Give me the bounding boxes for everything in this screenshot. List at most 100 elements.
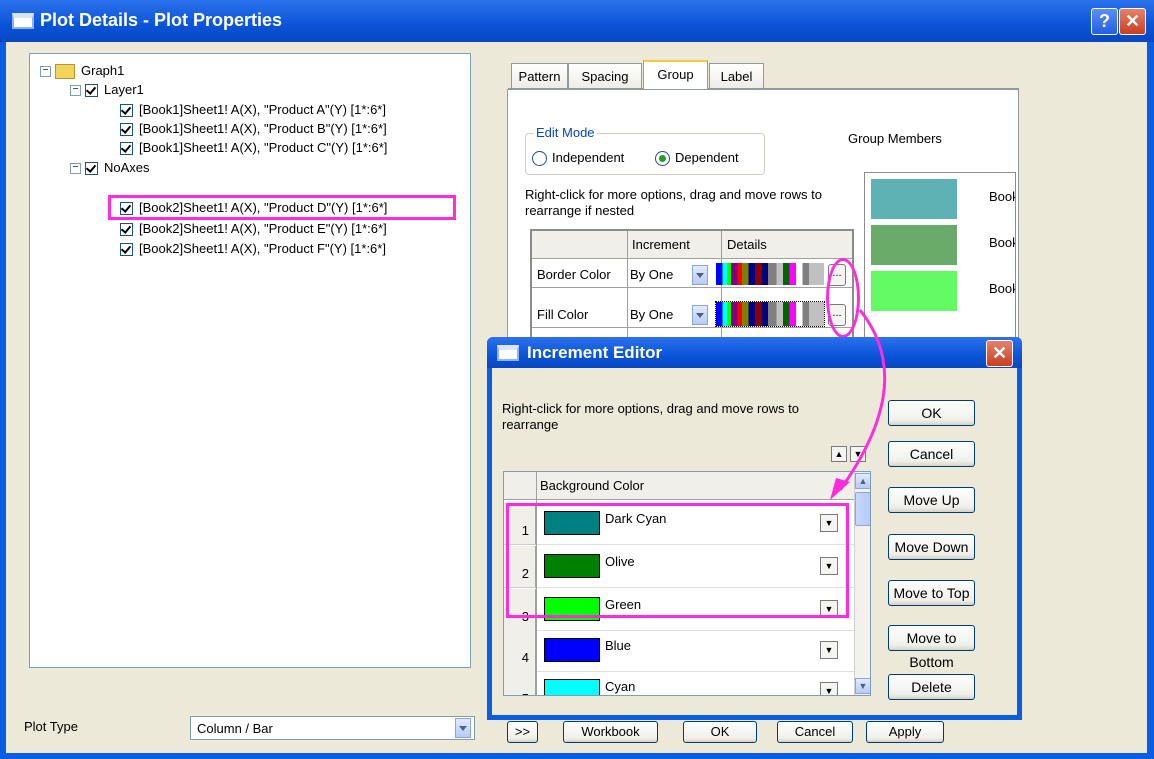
plot-type-select[interactable]: Column / Bar — [190, 716, 475, 740]
increment-editor-title: Increment Editor — [527, 343, 663, 362]
tree-label: NoAxes — [104, 160, 150, 175]
increment-value[interactable]: By One — [630, 307, 673, 322]
tree-node-noaxes[interactable]: − NoAxes — [70, 159, 150, 177]
details-header: Details — [727, 237, 767, 252]
annotation-highlight — [506, 503, 849, 618]
checkbox-icon[interactable] — [120, 104, 133, 118]
collapse-icon[interactable]: − — [70, 85, 81, 97]
member-swatch — [871, 225, 957, 265]
annotation-highlight — [108, 195, 456, 220]
chevron-down-icon[interactable]: ▼ — [820, 682, 838, 695]
color-name: Cyan — [605, 679, 636, 694]
member-label: Book2_[ — [989, 281, 1015, 296]
plot-type-value: Column / Bar — [197, 721, 273, 736]
apply-button[interactable]: Apply — [866, 721, 944, 743]
tree-label: Graph1 — [81, 63, 125, 78]
move-to-top-button[interactable]: Move to Top — [888, 580, 975, 606]
tree-node-graph1[interactable]: − Graph1 — [40, 62, 124, 80]
color-name: Blue — [605, 638, 632, 653]
checkbox-icon[interactable] — [85, 84, 98, 98]
edit-mode-label: Edit Mode — [534, 125, 597, 140]
delete-button[interactable]: Delete — [888, 674, 975, 700]
group-grid[interactable]: Increment Details Border Color By One ..… — [530, 229, 854, 349]
tab-group[interactable]: Group — [643, 60, 708, 91]
tree-item[interactable]: [Book2]Sheet1! A(X), "Product E"(Y) [1*:… — [120, 220, 387, 238]
tree-item[interactable]: [Book1]Sheet1! A(X), "Product B"(Y) [1*:… — [120, 120, 387, 138]
cancel-button[interactable]: Cancel — [777, 721, 853, 743]
collapse-icon[interactable]: − — [40, 66, 51, 78]
tree-node-layer1[interactable]: − Layer1 — [70, 81, 144, 99]
radio-icon[interactable] — [532, 151, 547, 167]
window-icon — [12, 13, 34, 29]
checkbox-icon[interactable] — [120, 123, 133, 137]
row-fill-color: Fill Color — [537, 307, 589, 322]
tab-line — [508, 88, 643, 89]
title-bar[interactable]: Plot Details - Plot Properties ? ✕ — [0, 0, 1154, 42]
chevron-down-icon[interactable] — [455, 718, 471, 738]
tree-label: [Book2]Sheet1! A(X), "Product F"(Y) [1*:… — [139, 241, 386, 256]
window-title: Plot Details - Plot Properties — [40, 10, 283, 30]
expand-button[interactable]: >> — [507, 721, 538, 743]
ok-button[interactable]: OK — [683, 721, 757, 743]
help-button[interactable]: ? — [1091, 8, 1118, 35]
checkbox-icon[interactable] — [120, 142, 133, 156]
tree-item[interactable]: [Book2]Sheet1! A(X), "Product F"(Y) [1*:… — [120, 240, 386, 258]
tree-item[interactable]: [Book1]Sheet1! A(X), "Product A"(Y) [1*:… — [120, 101, 386, 119]
chevron-down-icon[interactable]: ▼ — [820, 641, 838, 659]
group-hint: Right-click for more options, drag and m… — [525, 187, 822, 218]
workbook-button[interactable]: Workbook — [563, 721, 658, 743]
tree-item[interactable]: [Book1]Sheet1! A(X), "Product C"(Y) [1*:… — [120, 139, 387, 157]
tree-label: [Book1]Sheet1! A(X), "Product B"(Y) [1*:… — [139, 121, 387, 136]
tab-spacing[interactable]: Spacing — [568, 63, 642, 90]
grid-header — [532, 231, 852, 259]
collapse-icon[interactable]: − — [70, 163, 81, 175]
background-color-header: Background Color — [540, 478, 645, 493]
move-down-button[interactable]: Move Down — [888, 534, 975, 560]
checkbox-icon[interactable] — [85, 162, 98, 176]
row-number[interactable]: 4 — [504, 630, 536, 672]
color-swatch — [544, 679, 600, 695]
radio-dependent[interactable]: Dependent — [655, 150, 739, 167]
row-border-color: Border Color — [537, 267, 611, 282]
tab-label[interactable]: Label — [709, 63, 764, 90]
chevron-down-icon[interactable] — [692, 305, 708, 325]
radio-label: Dependent — [675, 150, 739, 165]
close-button[interactable]: ✕ — [1119, 8, 1146, 35]
increment-header: Increment — [632, 237, 690, 252]
color-spectrum — [715, 301, 825, 327]
member-swatch — [871, 179, 957, 219]
annotation-arrow — [830, 309, 887, 500]
radio-label: Independent — [552, 150, 625, 165]
close-button[interactable]: ✕ — [986, 340, 1013, 367]
tab-pattern[interactable]: Pattern — [511, 63, 568, 90]
color-swatch — [544, 638, 600, 662]
tab-line — [708, 88, 1019, 89]
row-divider — [537, 671, 854, 672]
increment-editor-titlebar[interactable]: Increment Editor ✕ — [487, 337, 1022, 368]
tree-label: [Book1]Sheet1! A(X), "Product C"(Y) [1*:… — [139, 140, 388, 155]
row-divider — [537, 630, 854, 631]
grid-line — [721, 231, 722, 349]
member-label: Book2_E — [989, 189, 1015, 204]
tree-label: [Book1]Sheet1! A(X), "Product A"(Y) [1*:… — [139, 102, 386, 117]
increment-value[interactable]: By One — [630, 267, 673, 282]
plot-tree[interactable]: − Graph1 − Layer1 [Book1]Sheet1! A(X), "Pr… — [29, 53, 471, 668]
move-to-bottom-button[interactable]: Move to Bottom — [888, 625, 975, 670]
tree-label: Layer1 — [104, 82, 144, 97]
checkbox-icon[interactable] — [120, 223, 133, 237]
chevron-down-icon[interactable] — [692, 265, 708, 285]
increment-hint: Right-click for more options, drag and m… — [502, 401, 799, 432]
grid-line — [532, 287, 852, 288]
tree-label: [Book2]Sheet1! A(X), "Product E"(Y) [1*:… — [139, 221, 387, 236]
checkbox-icon[interactable] — [120, 243, 133, 257]
row-number[interactable]: 5 — [504, 671, 536, 695]
folder-icon — [55, 64, 75, 80]
window-icon — [497, 345, 519, 361]
scroll-down-icon[interactable]: ▼ — [855, 678, 870, 694]
member-label: Book2_( — [989, 235, 1015, 250]
color-spectrum — [716, 263, 824, 285]
radio-icon[interactable] — [655, 151, 670, 167]
radio-independent[interactable]: Independent — [532, 150, 625, 167]
group-members-label: Group Members — [848, 131, 942, 146]
grid-line — [627, 231, 628, 349]
